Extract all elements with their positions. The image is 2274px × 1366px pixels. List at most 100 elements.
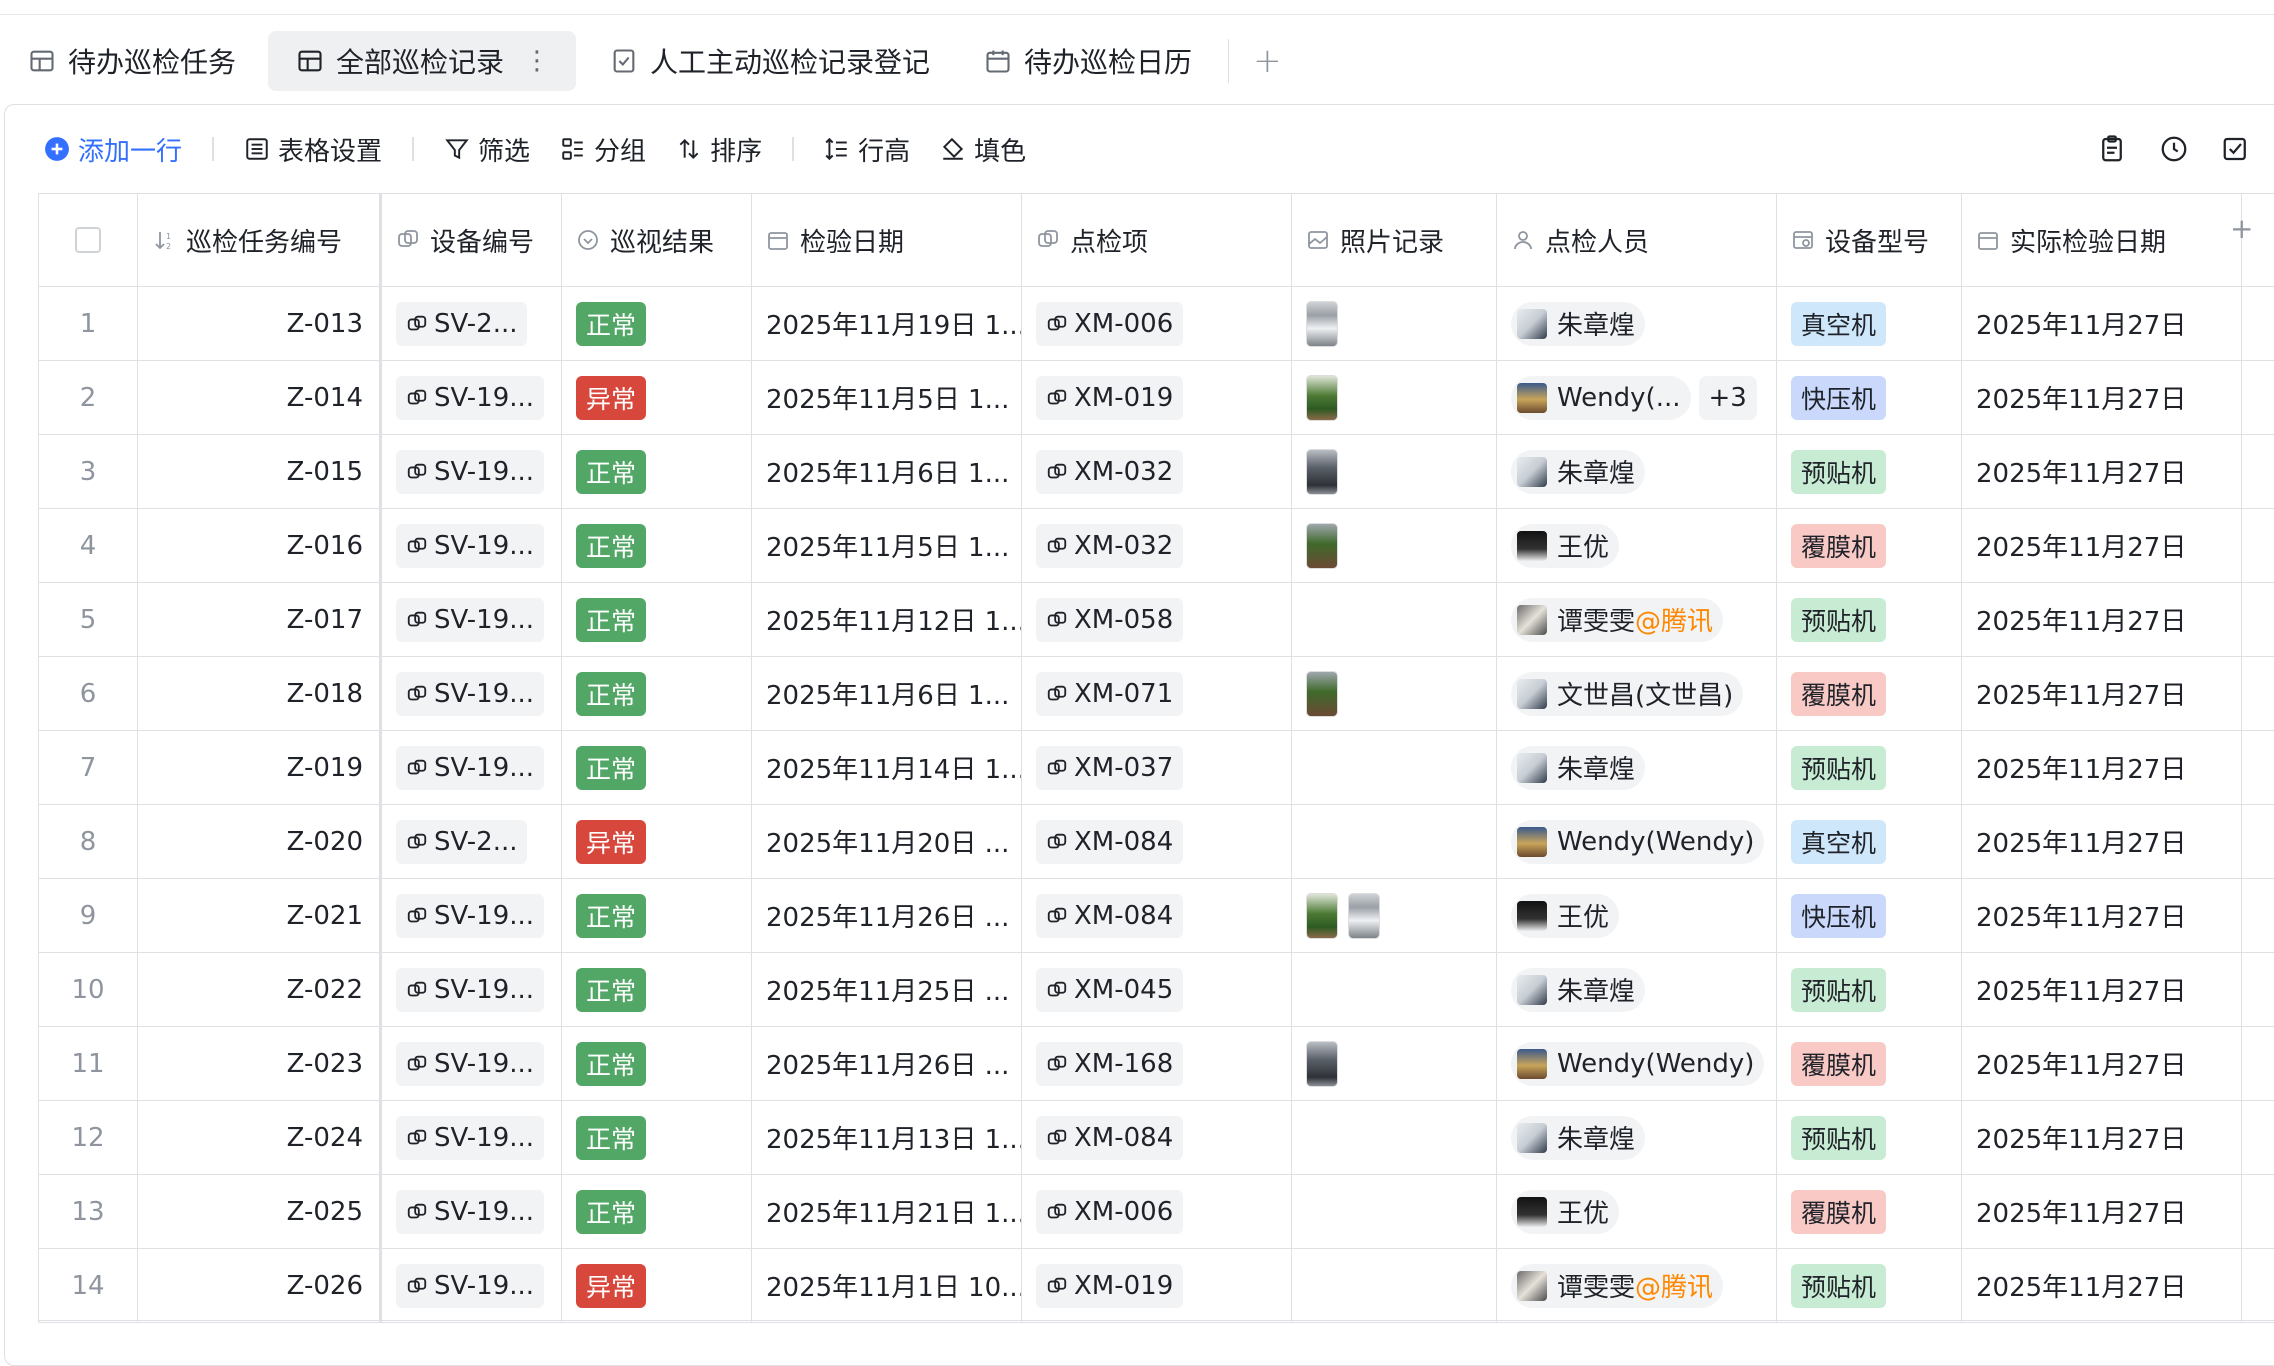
device-no-cell[interactable]: SV-19... [382,1175,562,1248]
table-settings-button[interactable]: 表格设置 [244,131,382,168]
result-cell[interactable]: 异常 [562,361,752,434]
device-link-pill[interactable]: SV-19... [396,597,545,642]
device-no-cell[interactable]: SV-19... [382,879,562,952]
check-date-cell[interactable]: 2025年11月14日 1... [752,731,1022,804]
actual-date-cell[interactable]: 2025年11月27日 [1962,1249,2242,1322]
person-chip[interactable]: 王优 [1511,523,1620,568]
check-date-cell[interactable]: 2025年11月5日 1... [752,361,1022,434]
header-check-date[interactable]: 检验日期 [752,194,1022,286]
device-link-pill[interactable]: SV-19... [396,893,545,938]
task-no-cell[interactable]: Z-017 [138,583,382,656]
table-row[interactable]: 8 Z-020 SV-2... 异常 2025年11月20日 ... XM-084 Wend… [38,805,2274,879]
item-link-pill[interactable]: XM-006 [1036,301,1184,346]
actual-date-cell[interactable]: 2025年11月27日 [1962,1175,2242,1248]
clipboard-icon[interactable] [2094,131,2130,167]
photo-thumbnail[interactable] [1306,374,1338,421]
history-icon[interactable] [2156,131,2192,167]
result-cell[interactable]: 异常 [562,1249,752,1322]
result-cell[interactable]: 正常 [562,953,752,1026]
table-row[interactable]: 14 Z-026 SV-19... 异常 2025年11月1日 10... XM-019 谭… [38,1249,2274,1323]
model-cell[interactable]: 真空机 [1777,805,1962,878]
check-date-cell[interactable]: 2025年11月6日 1... [752,435,1022,508]
device-no-cell[interactable]: SV-19... [382,1101,562,1174]
device-no-cell[interactable]: SV-19... [382,1027,562,1100]
actual-date-cell[interactable]: 2025年11月27日 [1962,731,2242,804]
item-cell[interactable]: XM-045 [1022,953,1292,1026]
person-chip[interactable]: 朱章煌 [1511,301,1646,346]
device-no-cell[interactable]: SV-19... [382,361,562,434]
person-chip[interactable]: 王优 [1511,1189,1620,1234]
result-cell[interactable]: 正常 [562,1101,752,1174]
check-list-icon[interactable] [2218,131,2254,167]
device-link-pill[interactable]: SV-19... [396,1115,545,1160]
table-row[interactable]: 1 Z-013 SV-2... 正常 2025年11月19日 1... XM-006 朱章煌… [38,287,2274,361]
task-no-cell[interactable]: Z-016 [138,509,382,582]
result-cell[interactable]: 正常 [562,731,752,804]
table-row[interactable]: 6 Z-018 SV-19... 正常 2025年11月6日 1... XM-071 文世昌… [38,657,2274,731]
result-cell[interactable]: 正常 [562,583,752,656]
photos-cell[interactable] [1292,1175,1497,1248]
tab-all-records[interactable]: 全部巡检记录 ⋮ [268,31,577,91]
table-row[interactable]: 10 Z-022 SV-19... 正常 2025年11月25日 ... XM-045 朱章… [38,953,2274,1027]
model-cell[interactable]: 预贴机 [1777,1101,1962,1174]
check-date-cell[interactable]: 2025年11月26日 ... [752,879,1022,952]
photos-cell[interactable] [1292,435,1497,508]
model-cell[interactable]: 快压机 [1777,361,1962,434]
inspector-cell[interactable]: 朱章煌 [1497,1101,1777,1174]
actual-date-cell[interactable]: 2025年11月27日 [1962,435,2242,508]
actual-date-cell[interactable]: 2025年11月27日 [1962,879,2242,952]
photos-cell[interactable] [1292,731,1497,804]
photos-cell[interactable] [1292,879,1497,952]
header-photos[interactable]: 照片记录 [1292,194,1497,286]
task-no-cell[interactable]: Z-018 [138,657,382,730]
task-no-cell[interactable]: Z-019 [138,731,382,804]
item-cell[interactable]: XM-168 [1022,1027,1292,1100]
photos-cell[interactable] [1292,1101,1497,1174]
actual-date-cell[interactable]: 2025年11月27日 [1962,509,2242,582]
photos-cell[interactable] [1292,287,1497,360]
task-no-cell[interactable]: Z-013 [138,287,382,360]
check-date-cell[interactable]: 2025年11月6日 1... [752,657,1022,730]
person-chip[interactable]: 朱章煌 [1511,745,1646,790]
table-row[interactable]: 4 Z-016 SV-19... 正常 2025年11月5日 1... XM-032 王优 覆… [38,509,2274,583]
model-cell[interactable]: 覆膜机 [1777,509,1962,582]
tab-pending-tasks[interactable]: 待办巡检任务 [0,31,262,91]
photo-thumbnail[interactable] [1306,892,1338,939]
photos-cell[interactable] [1292,953,1497,1026]
header-inspector[interactable]: 点检人员 [1497,194,1777,286]
model-cell[interactable]: 预贴机 [1777,435,1962,508]
person-chip[interactable]: 谭雯雯 @腾讯 [1511,597,1724,642]
table-row[interactable]: 2 Z-014 SV-19... 异常 2025年11月5日 1... XM-019 Wen… [38,361,2274,435]
item-cell[interactable]: XM-006 [1022,287,1292,360]
model-cell[interactable]: 预贴机 [1777,731,1962,804]
result-cell[interactable]: 正常 [562,287,752,360]
actual-date-cell[interactable]: 2025年11月27日 [1962,805,2242,878]
result-cell[interactable]: 正常 [562,435,752,508]
device-link-pill[interactable]: SV-19... [396,375,545,420]
photos-cell[interactable] [1292,805,1497,878]
item-cell[interactable]: XM-084 [1022,805,1292,878]
item-link-pill[interactable]: XM-084 [1036,819,1184,864]
table-row[interactable]: 13 Z-025 SV-19... 正常 2025年11月21日 1... XM-006 王… [38,1175,2274,1249]
photo-thumbnail[interactable] [1348,892,1380,939]
item-cell[interactable]: XM-006 [1022,1175,1292,1248]
check-date-cell[interactable]: 2025年11月26日 ... [752,1027,1022,1100]
device-link-pill[interactable]: SV-19... [396,1189,545,1234]
task-no-cell[interactable]: Z-023 [138,1027,382,1100]
item-link-pill[interactable]: XM-045 [1036,967,1184,1012]
inspector-cell[interactable]: 朱章煌 [1497,953,1777,1026]
device-no-cell[interactable]: SV-19... [382,583,562,656]
photos-cell[interactable] [1292,509,1497,582]
item-link-pill[interactable]: XM-019 [1036,375,1184,420]
item-link-pill[interactable]: XM-084 [1036,893,1184,938]
task-no-cell[interactable]: Z-021 [138,879,382,952]
device-link-pill[interactable]: SV-19... [396,745,545,790]
inspector-cell[interactable]: Wendy(Wendy) [1497,805,1777,878]
photo-thumbnail[interactable] [1306,448,1338,495]
device-no-cell[interactable]: SV-19... [382,435,562,508]
item-link-pill[interactable]: XM-168 [1036,1041,1184,1086]
check-date-cell[interactable]: 2025年11月20日 ... [752,805,1022,878]
person-chip[interactable]: Wendy(Wendy) [1511,1041,1765,1086]
inspector-cell[interactable]: Wendy(Wendy) [1497,1027,1777,1100]
task-no-cell[interactable]: Z-020 [138,805,382,878]
